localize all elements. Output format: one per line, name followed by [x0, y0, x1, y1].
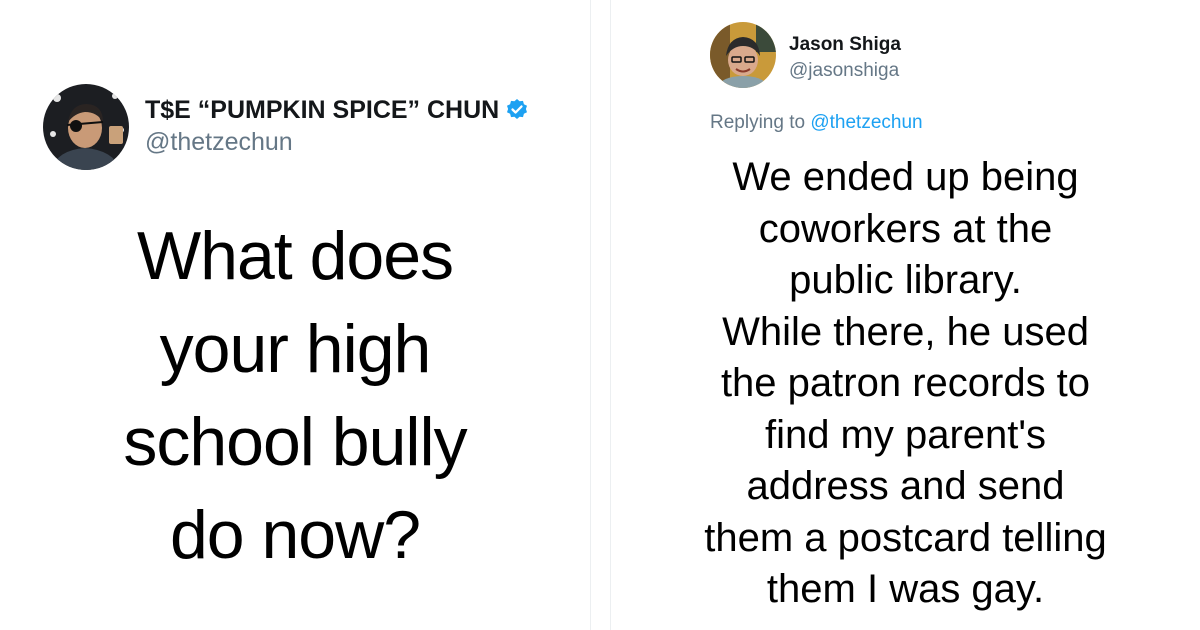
- author-handle[interactable]: @jasonshiga: [789, 60, 899, 82]
- replying-to-mention-link[interactable]: @thetzechun: [810, 112, 922, 133]
- tweet-text-line: the patron records to: [720, 361, 1091, 405]
- tweet-text-line: find my parent's: [764, 412, 1047, 457]
- tweet-text-line: public library.: [789, 258, 1022, 302]
- tweet-text-line: them a postcard telling: [704, 515, 1107, 560]
- author-handle[interactable]: @thetzechun: [145, 128, 293, 157]
- user-avatar-icon: [710, 22, 776, 88]
- verified-badge-icon: [505, 98, 529, 129]
- author-avatar[interactable]: [710, 22, 776, 88]
- tweet-text-line: do now?: [169, 497, 421, 573]
- author-display-name[interactable]: Jason Shiga: [789, 34, 901, 56]
- tweet-text: We ended up being coworkers at the publi…: [611, 152, 1200, 616]
- tweet-text-line: While there, he used: [722, 309, 1089, 354]
- replying-to: Replying to @thetzechun: [710, 112, 923, 134]
- tweet-text: What does your high school bully do now?: [20, 210, 570, 582]
- replying-to-prefix: Replying to: [710, 112, 806, 133]
- tweet-text-line: We ended up being: [732, 155, 1079, 199]
- author-display-name-text: T$E “PUMPKIN SPICE” CHUN: [145, 96, 500, 124]
- tweet-text-line: your high: [159, 311, 432, 387]
- panel-divider: [590, 0, 611, 630]
- tweet-text-line: What does: [136, 218, 454, 294]
- right-tweet-card: Jason Shiga @jasonshiga Replying to @the…: [611, 0, 1200, 630]
- left-tweet-card: T$E “PUMPKIN SPICE” CHUN @thetzechun Wha…: [0, 0, 590, 630]
- tweet-text-line: address and send: [746, 464, 1065, 508]
- tweet-text-line: school bully: [123, 404, 467, 480]
- user-avatar-icon: [43, 84, 129, 170]
- author-avatar[interactable]: [43, 84, 129, 170]
- tweet-text-line: them I was gay.: [766, 567, 1045, 611]
- tweet-text-line: coworkers at the: [758, 206, 1053, 251]
- author-display-name[interactable]: T$E “PUMPKIN SPICE” CHUN: [145, 96, 529, 129]
